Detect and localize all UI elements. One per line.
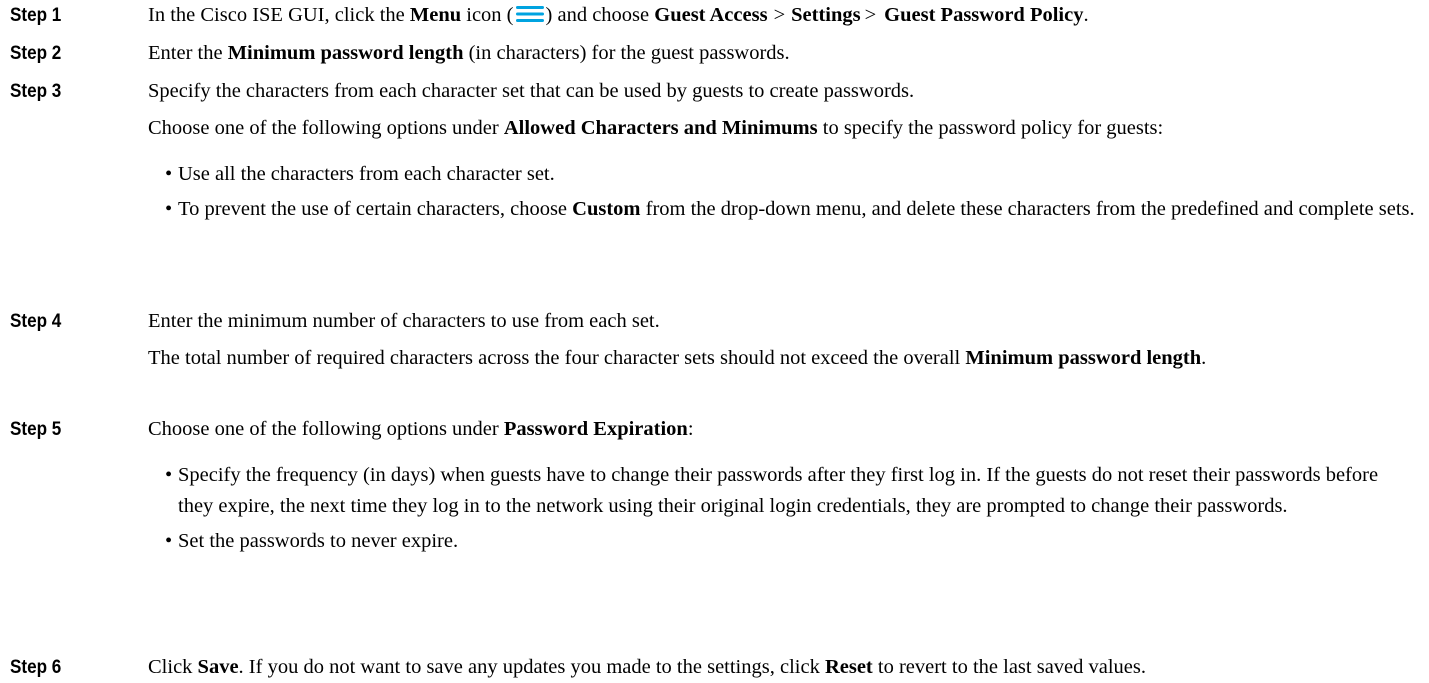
step-label: Step 4 [10,311,62,332]
ui-term-minimum-password-length: Minimum password length [965,347,1202,369]
ui-term-guest-access: Guest Access [654,4,768,26]
ui-term-menu: Menu [409,4,462,26]
list-item: • Set the passwords to never expire. [148,526,1418,557]
menu-icon [515,6,544,23]
step-text: In the Cisco ISE GUI, click the Menu ico… [148,0,1418,31]
ui-term-allowed-characters: Allowed Characters and Minimums [503,117,818,139]
ui-term-settings: Settings [791,4,861,26]
ui-term-save: Save [197,656,239,678]
bullet: • [165,464,173,486]
list-item: • To prevent the use of certain character… [148,194,1418,225]
step-label: Step 5 [10,419,62,440]
ui-term-guest-password-policy: Guest Password Policy [884,4,1084,26]
step-text: The total number of required characters … [148,347,1207,369]
step-body: Click Save. If you do not want to save a… [148,652,1418,683]
breadcrumb-separator: > [773,4,786,26]
bullet: • [165,163,173,185]
step-body: Choose one of the following options unde… [148,414,1418,561]
step-text: Enter the minimum number of characters t… [148,310,660,332]
option-list: • Use all the characters from each charac… [148,159,1418,225]
list-item: • Use all the characters from each charac… [148,159,1418,190]
step-body: In the Cisco ISE GUI, click the Menu ico… [148,0,1418,31]
step-text: Choose one of the following options unde… [148,117,1164,139]
bullet: • [165,530,173,552]
step-label: Step 2 [10,43,62,64]
bullet: • [165,198,173,220]
ui-term-custom: Custom [572,198,641,220]
list-item: • Specify the frequency (in days) when gu… [148,460,1418,522]
step-text: Click Save. If you do not want to save a… [148,656,1147,678]
step-body: Specify the characters from each charact… [148,76,1418,229]
step-label: Step 1 [10,5,62,26]
option-list: • Specify the frequency (in days) when gu… [148,460,1418,557]
ui-term-reset: Reset [824,656,873,678]
step-body: Enter the Minimum password length (in ch… [148,38,1418,69]
step-text: Specify the characters from each charact… [148,80,915,102]
ui-term-minimum-password-length: Minimum password length [227,42,464,64]
step-body: Enter the minimum number of characters t… [148,306,1418,374]
step-text: Enter the Minimum password length (in ch… [148,42,790,64]
step-text: Choose one of the following options unde… [148,418,694,440]
ui-term-password-expiration: Password Expiration [503,418,688,440]
step-label: Step 3 [10,81,62,102]
breadcrumb-separator: > [864,4,877,26]
step-label: Step 6 [10,657,62,678]
